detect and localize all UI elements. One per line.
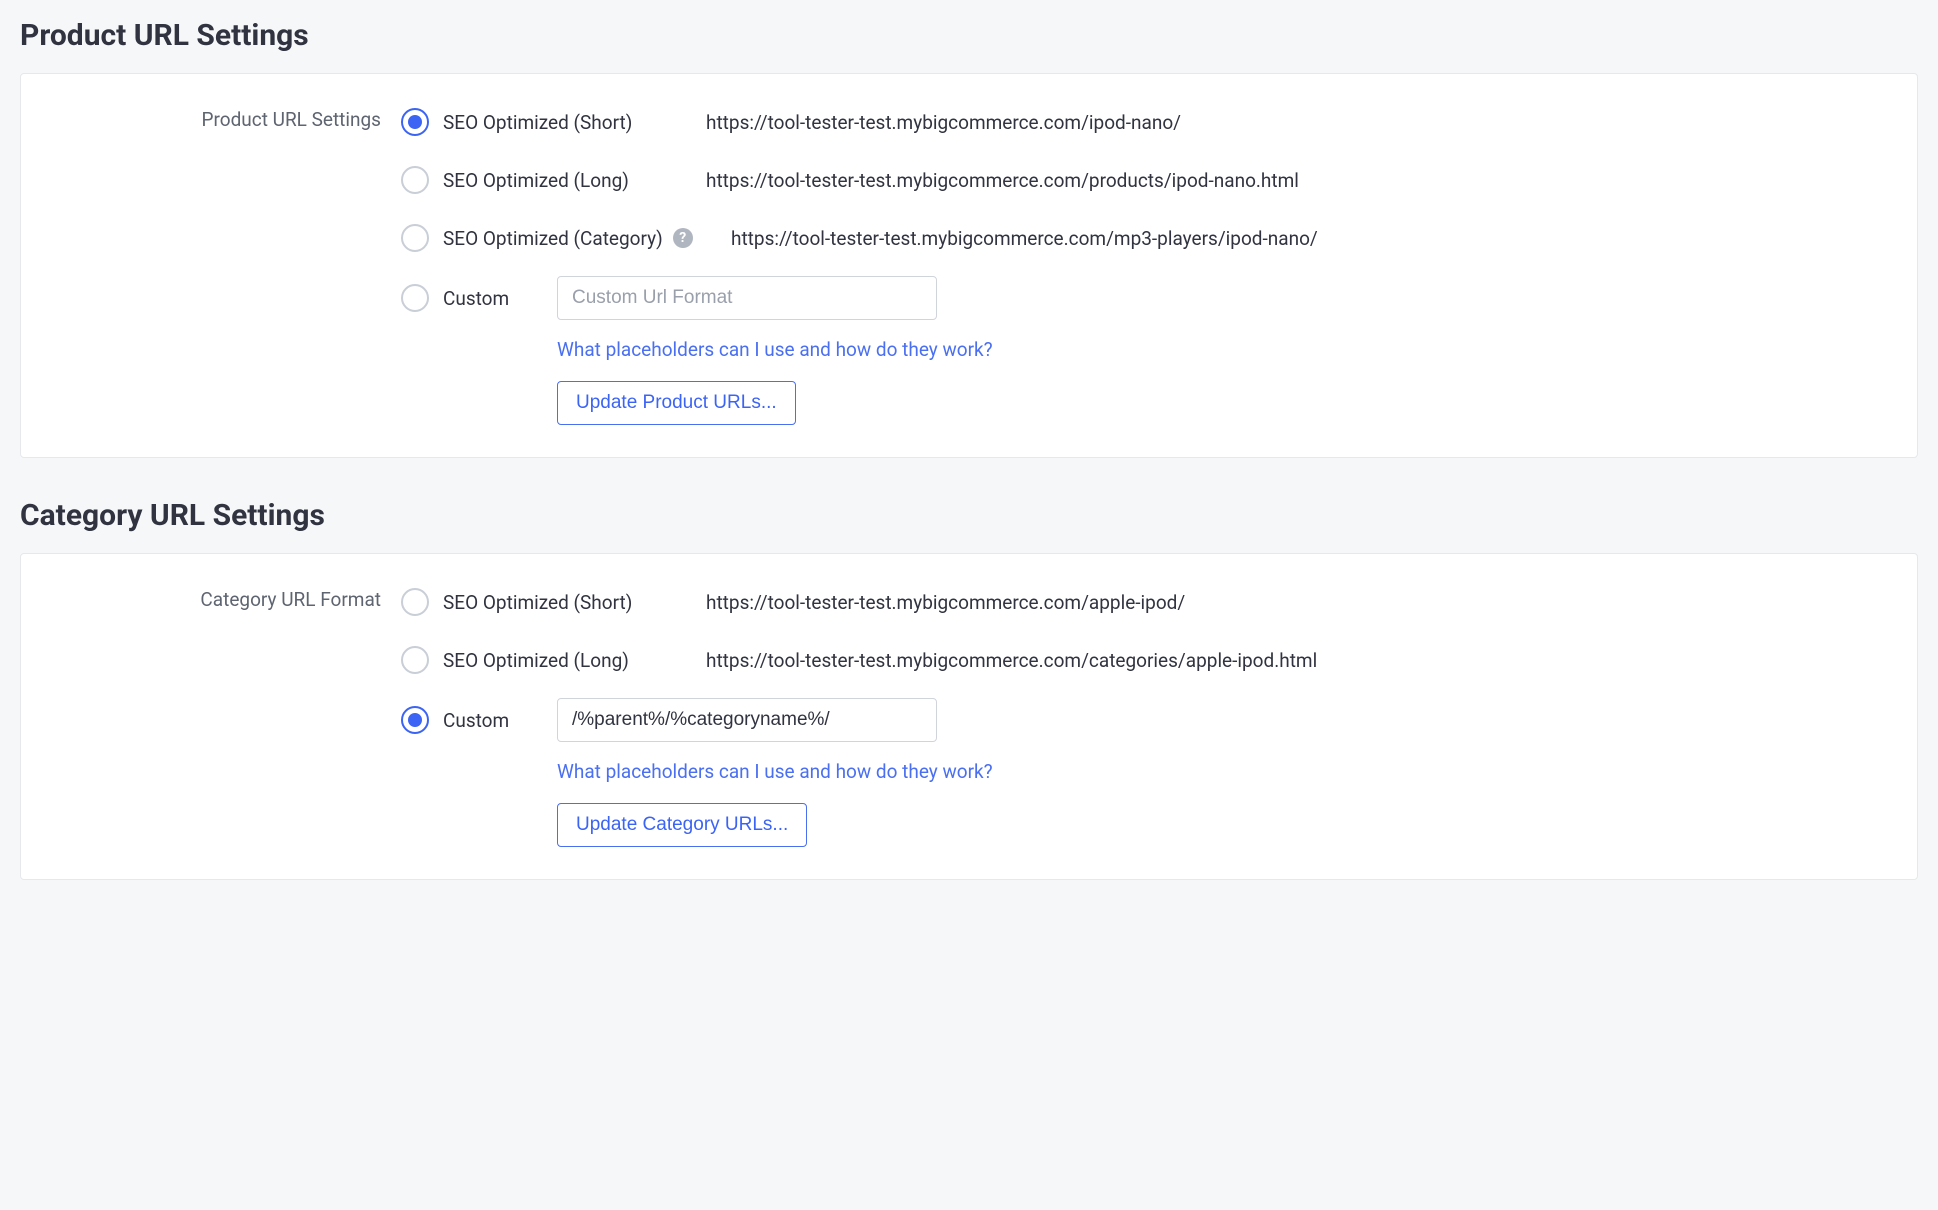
product-url-settings-section: Product URL Settings Product URL Setting… [20, 18, 1918, 458]
radio-input-custom[interactable] [401, 706, 429, 734]
product-option-long[interactable]: SEO Optimized (Long) https://tool-tester… [401, 160, 1887, 200]
help-icon[interactable]: ? [673, 228, 693, 248]
category-option-custom[interactable]: Custom [401, 698, 1887, 742]
radio-input-custom[interactable] [401, 284, 429, 312]
update-product-urls-button[interactable]: Update Product URLs... [557, 381, 796, 425]
product-panel: Product URL Settings SEO Optimized (Shor… [20, 73, 1918, 458]
category-form-body: SEO Optimized (Short) https://tool-teste… [401, 582, 1887, 847]
custom-url-input[interactable] [557, 276, 937, 320]
radio-left: SEO Optimized (Category) ? [401, 224, 721, 252]
example-url-category: https://tool-tester-test.mybigcommerce.c… [731, 227, 1318, 250]
placeholders-help-link[interactable]: What placeholders can I use and how do t… [557, 760, 993, 783]
example-url-long: https://tool-tester-test.mybigcommerce.c… [706, 169, 1299, 192]
radio-left: Custom [401, 706, 557, 734]
radio-label-long: SEO Optimized (Long) [443, 169, 629, 192]
product-form-row: Product URL Settings SEO Optimized (Shor… [51, 102, 1887, 425]
radio-label-category: SEO Optimized (Category) [443, 227, 663, 250]
product-option-short[interactable]: SEO Optimized (Short) https://tool-teste… [401, 102, 1887, 142]
section-heading-product: Product URL Settings [20, 18, 1918, 53]
radio-input-long[interactable] [401, 166, 429, 194]
product-option-category[interactable]: SEO Optimized (Category) ? https://tool-… [401, 218, 1887, 258]
category-panel: Category URL Format SEO Optimized (Short… [20, 553, 1918, 880]
example-url-long: https://tool-tester-test.mybigcommerce.c… [706, 649, 1317, 672]
category-field-label: Category URL Format [51, 582, 401, 611]
radio-left: SEO Optimized (Long) [401, 646, 686, 674]
category-url-settings-section: Category URL Settings Category URL Forma… [20, 498, 1918, 880]
custom-url-input[interactable] [557, 698, 937, 742]
example-url-short: https://tool-tester-test.mybigcommerce.c… [706, 591, 1185, 614]
radio-label-long: SEO Optimized (Long) [443, 649, 629, 672]
radio-input-category[interactable] [401, 224, 429, 252]
radio-input-long[interactable] [401, 646, 429, 674]
radio-label-short: SEO Optimized (Short) [443, 591, 632, 614]
placeholders-help-link[interactable]: What placeholders can I use and how do t… [557, 338, 993, 361]
product-actions: What placeholders can I use and how do t… [557, 338, 1887, 425]
update-category-urls-button[interactable]: Update Category URLs... [557, 803, 807, 847]
radio-label-short: SEO Optimized (Short) [443, 111, 632, 134]
category-option-short[interactable]: SEO Optimized (Short) https://tool-teste… [401, 582, 1887, 622]
product-option-custom[interactable]: Custom [401, 276, 1887, 320]
radio-left: Custom [401, 284, 557, 312]
product-field-label: Product URL Settings [51, 102, 401, 131]
radio-label-custom: Custom [443, 287, 509, 310]
category-option-long[interactable]: SEO Optimized (Long) https://tool-tester… [401, 640, 1887, 680]
category-actions: What placeholders can I use and how do t… [557, 760, 1887, 847]
product-form-body: SEO Optimized (Short) https://tool-teste… [401, 102, 1887, 425]
example-url-short: https://tool-tester-test.mybigcommerce.c… [706, 111, 1181, 134]
radio-left: SEO Optimized (Short) [401, 588, 686, 616]
category-form-row: Category URL Format SEO Optimized (Short… [51, 582, 1887, 847]
radio-label-custom: Custom [443, 709, 509, 732]
radio-input-short[interactable] [401, 108, 429, 136]
section-heading-category: Category URL Settings [20, 498, 1918, 533]
radio-left: SEO Optimized (Long) [401, 166, 686, 194]
radio-left: SEO Optimized (Short) [401, 108, 686, 136]
radio-input-short[interactable] [401, 588, 429, 616]
